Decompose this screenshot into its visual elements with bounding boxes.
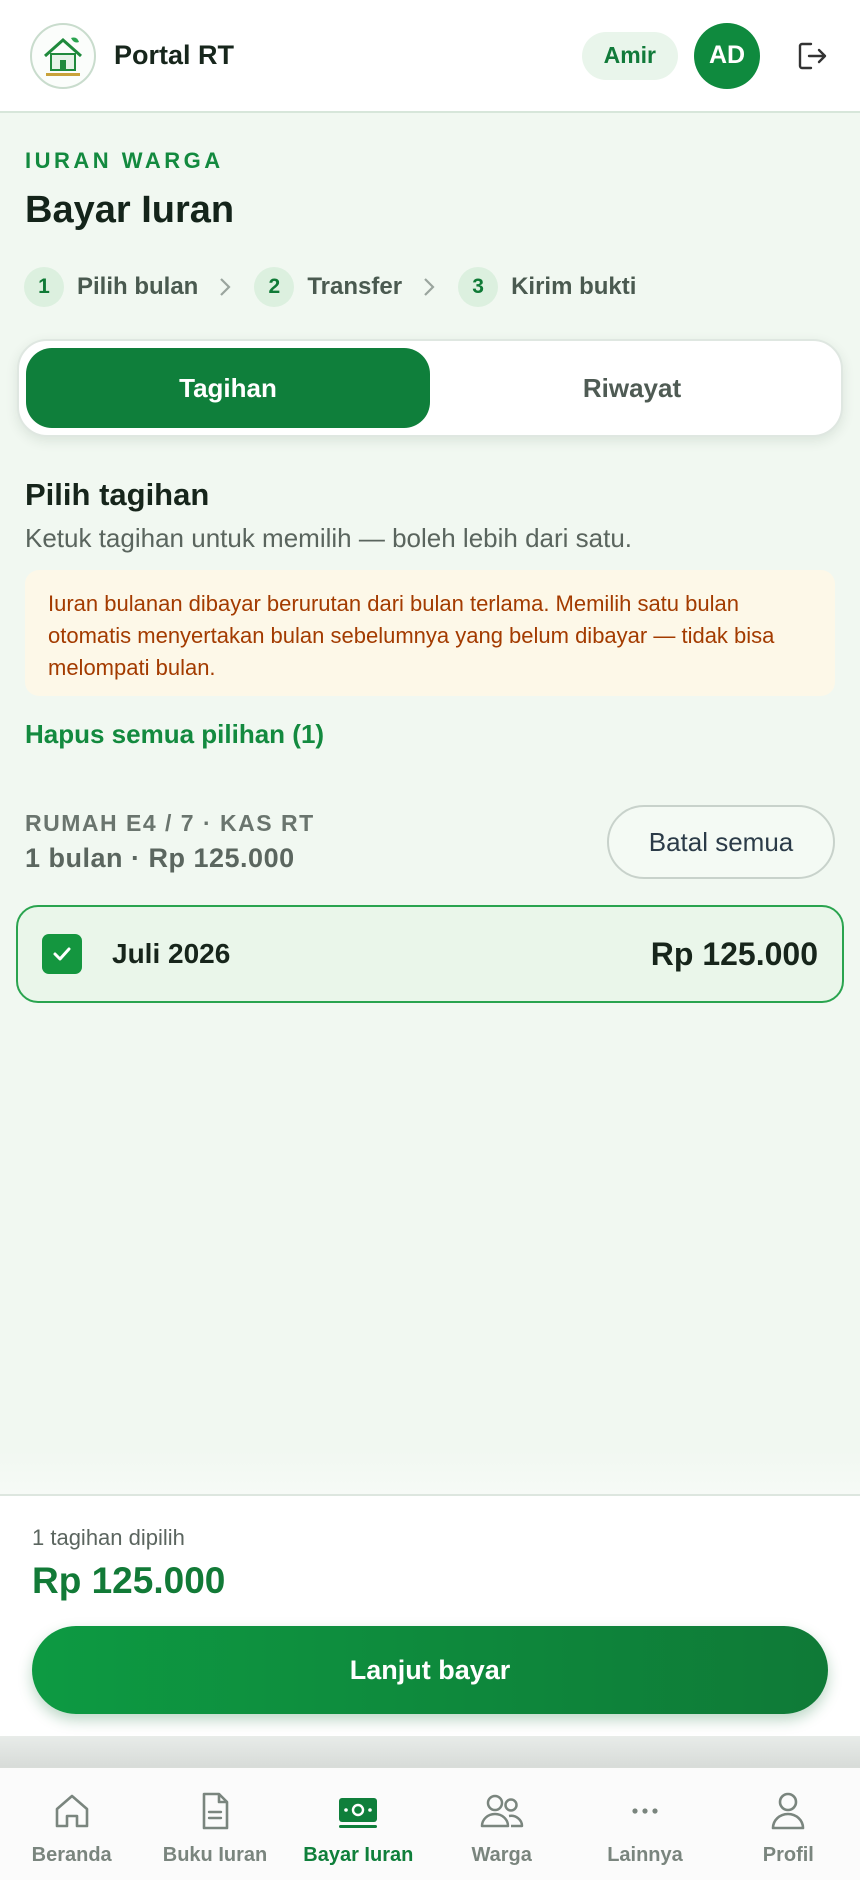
bill-group-label: RUMAH E4 / 7 · KAS RT	[25, 810, 315, 836]
nav-item-lainnya[interactable]: Lainnya	[573, 1768, 716, 1880]
nav-label: Bayar Iuran	[303, 1844, 414, 1866]
step-1: 1 Pilih bulan	[24, 267, 198, 307]
document-icon	[191, 1788, 239, 1834]
logout-icon[interactable]	[794, 38, 830, 74]
bottom-nav: Beranda Buku Iuran Bayar Iuran Warga Lai…	[0, 1767, 860, 1880]
users-icon	[478, 1788, 526, 1834]
clear-selection-link[interactable]: Hapus semua pilihan (1)	[25, 719, 324, 750]
cancel-all-button[interactable]: Batal semua	[607, 805, 835, 879]
home-icon	[48, 1788, 96, 1834]
bill-month: Juli 2026	[112, 938, 231, 969]
step-2: 2 Transfer	[254, 267, 402, 307]
bill-group-summary: 1 bulan · Rp 125.000	[25, 843, 295, 873]
tab-switcher: Tagihan Riwayat	[17, 339, 843, 437]
nav-label: Buku Iuran	[162, 1844, 268, 1866]
nav-item-bayar-iuran[interactable]: Bayar Iuran	[287, 1768, 430, 1880]
payment-footer: 1 tagihan dipilih Rp 125.000 Lanjut baya…	[0, 1494, 860, 1736]
tab-riwayat[interactable]: Riwayat	[430, 348, 834, 428]
chevron-right-icon	[218, 276, 234, 298]
step-number: 2	[254, 267, 295, 307]
step-number: 3	[458, 267, 499, 307]
nav-label: Warga	[471, 1844, 532, 1866]
nav-item-beranda[interactable]: Beranda	[0, 1768, 143, 1880]
stepper: 1 Pilih bulan 2 Transfer 3 Kirim bukti	[24, 266, 636, 308]
step-number: 1	[24, 267, 64, 307]
continue-pay-button[interactable]: Lanjut bayar	[32, 1626, 828, 1714]
selected-count: 1 tagihan dipilih	[32, 1525, 185, 1550]
chevron-right-icon	[422, 276, 438, 298]
step-label: Kirim bukti	[511, 273, 637, 300]
bill-amount: Rp 125.000	[650, 935, 818, 972]
section-subtitle: Ketuk tagihan untuk memilih — boleh lebi…	[25, 523, 633, 553]
step-3: 3 Kirim bukti	[458, 267, 636, 307]
step-label: Transfer	[307, 273, 403, 300]
nav-label: Lainnya	[607, 1844, 683, 1866]
section-title: Pilih tagihan	[25, 477, 210, 512]
footer-fade	[0, 1450, 860, 1495]
page-eyebrow: IURAN WARGA	[25, 148, 224, 173]
app-header: Portal RT Amir AD	[0, 0, 860, 113]
selected-total: Rp 125.000	[32, 1560, 226, 1601]
nav-item-buku-iuran[interactable]: Buku Iuran	[143, 1768, 286, 1880]
nav-item-profil[interactable]: Profil	[717, 1768, 860, 1880]
money-icon	[334, 1788, 382, 1834]
bill-item[interactable]: Juli 2026 Rp 125.000	[16, 905, 844, 1003]
house-logo-icon	[30, 22, 96, 89]
nav-item-warga[interactable]: Warga	[430, 1768, 573, 1880]
more-icon	[621, 1788, 669, 1834]
app-title: Portal RT	[114, 40, 235, 70]
nav-label: Beranda	[31, 1844, 112, 1866]
tab-tagihan[interactable]: Tagihan	[26, 348, 430, 428]
nav-shadow	[0, 1736, 860, 1768]
checkbox[interactable]	[42, 934, 82, 974]
user-name-chip[interactable]: Amir	[581, 31, 678, 80]
profile-icon	[764, 1788, 812, 1834]
step-label: Pilih bulan	[77, 273, 199, 300]
avatar[interactable]: AD	[694, 22, 760, 89]
page-title: Bayar Iuran	[25, 189, 235, 231]
nav-label: Profil	[762, 1844, 814, 1866]
info-notice: Iuran bulanan dibayar berurutan dari bul…	[25, 570, 835, 696]
